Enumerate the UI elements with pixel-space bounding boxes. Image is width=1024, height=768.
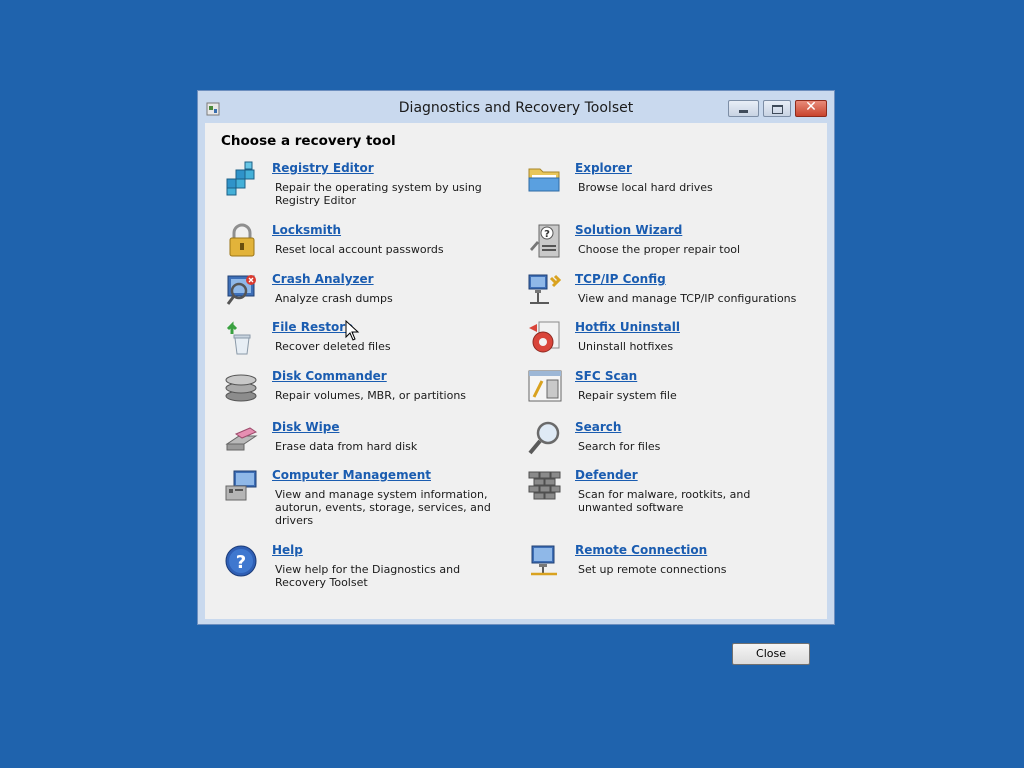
recycle-bin-restore-icon [226, 321, 251, 355]
tool-link[interactable]: Hotfix Uninstall [575, 320, 680, 334]
mouse-cursor-icon [345, 320, 360, 341]
tool-description: Analyze crash dumps [275, 292, 393, 305]
network-config-icon [528, 274, 562, 304]
tool-link[interactable]: Remote Connection [575, 543, 707, 557]
tool-description: View and manage system information, auto… [275, 488, 491, 527]
svg-text:?: ? [544, 229, 550, 240]
tool-link[interactable]: TCP/IP Config [575, 272, 666, 286]
tool-link[interactable]: Disk Wipe [272, 420, 339, 434]
tool-link[interactable]: Computer Management [272, 468, 431, 482]
tool-description: Repair system file [578, 389, 677, 402]
tool-link[interactable]: Solution Wizard [575, 223, 682, 237]
tool-description: Recover deleted files [275, 340, 391, 353]
padlock-icon [229, 223, 255, 257]
tool-link[interactable]: Disk Commander [272, 369, 387, 383]
tool-link[interactable]: SFC Scan [575, 369, 637, 383]
tool-description: Scan for malware, rootkits, and unwanted… [578, 488, 751, 514]
computer-management-icon [225, 470, 257, 501]
recovery-toolset-window: Diagnostics and Recovery Toolset ✕ Choos… [197, 90, 835, 665]
magnifier-icon [528, 421, 560, 455]
sfc-scan-icon [528, 370, 562, 402]
tool-description: Repair the operating system by using Reg… [275, 181, 482, 207]
tool-link[interactable]: Crash Analyzer [272, 272, 374, 286]
title-bar[interactable]: Diagnostics and Recovery Toolset ✕ [198, 91, 834, 123]
tool-description: View help for the Diagnostics and Recove… [275, 563, 461, 589]
remote-connection-icon [531, 545, 557, 576]
tool-description: Browse local hard drives [578, 181, 713, 194]
eraser-icon [225, 427, 258, 451]
disk-stack-icon [225, 374, 257, 402]
tool-description: Search for files [578, 440, 661, 453]
tool-link[interactable]: Registry Editor [272, 161, 374, 175]
tool-link[interactable]: Search [575, 420, 621, 434]
folder-icon [528, 168, 560, 192]
help-icon: ? [225, 545, 257, 577]
close-button[interactable]: Close [732, 643, 810, 665]
dialog-body: Choose a recovery tool Registry Editor R… [205, 123, 827, 619]
tool-link[interactable]: Defender [575, 468, 638, 482]
page-title: Choose a recovery tool [221, 133, 396, 149]
svg-text:?: ? [236, 552, 246, 573]
brick-wall-icon [528, 471, 561, 500]
tool-link[interactable]: Locksmith [272, 223, 341, 237]
tool-description: Reset local account passwords [275, 243, 444, 256]
tool-link[interactable]: Explorer [575, 161, 632, 175]
minimize-button[interactable] [728, 100, 759, 117]
hotfix-uninstall-icon [529, 321, 560, 353]
tool-link[interactable]: Help [272, 543, 303, 557]
tool-description: View and manage TCP/IP configurations [578, 292, 797, 305]
close-icon: ✕ [805, 99, 817, 115]
tool-description: Repair volumes, MBR, or partitions [275, 389, 467, 402]
crash-analyzer-icon [226, 275, 256, 305]
maximize-button[interactable] [763, 100, 791, 117]
tool-description: Set up remote connections [578, 563, 727, 576]
tool-description: Erase data from hard disk [275, 440, 418, 453]
tool-description: Uninstall hotfixes [578, 340, 674, 353]
solution-wizard-icon: ? [530, 224, 560, 258]
registry-editor-icon [226, 161, 255, 196]
window-close-button[interactable]: ✕ [795, 99, 827, 117]
tool-description: Choose the proper repair tool [578, 243, 741, 256]
tool-link[interactable]: File Restore [272, 320, 353, 334]
